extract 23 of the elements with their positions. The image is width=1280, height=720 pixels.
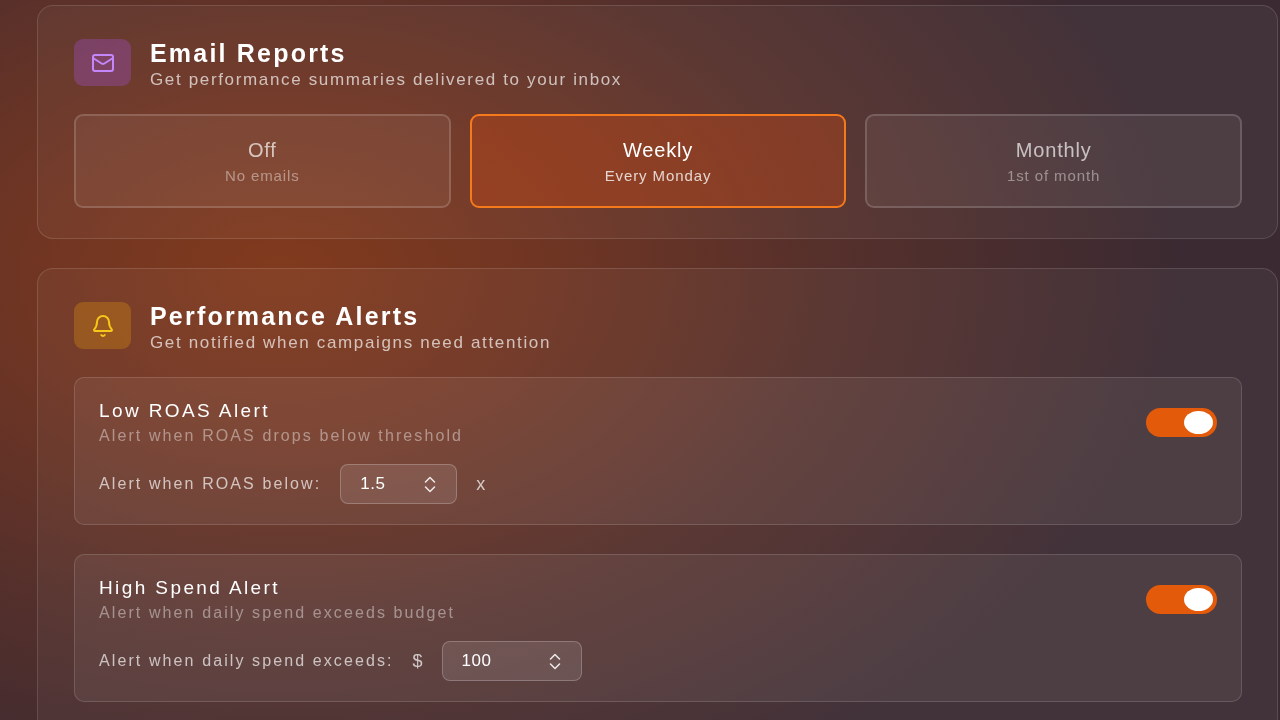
section-subtitle: Get performance summaries delivered to your inbox [150, 69, 623, 91]
frequency-option[interactable]: Off No emails [74, 114, 451, 208]
currency-symbol: $ [412, 650, 423, 672]
number-field[interactable]: 100 [441, 641, 582, 681]
alert-title: Low ROAS Alert [99, 399, 271, 422]
frequency-option[interactable]: Monthly 1st of month [865, 114, 1242, 208]
unit-label: x [476, 473, 486, 495]
frequency-option[interactable]: Weekly Every Monday [469, 114, 847, 208]
section-title: Performance Alerts [150, 302, 421, 330]
number-field[interactable]: 1.5 [340, 464, 458, 504]
section-subtitle: Get notified when campaigns need attention [150, 332, 552, 354]
stepper-icon[interactable] [424, 475, 437, 493]
threshold-label: Alert when ROAS below: [99, 475, 322, 493]
alert-description: Alert when daily spend exceeds budget [99, 603, 456, 623]
bell-icon [74, 302, 131, 349]
stepper-icon[interactable] [548, 652, 561, 670]
alert-description: Alert when ROAS drops below threshold [99, 426, 464, 446]
toggle-switch[interactable] [1146, 585, 1217, 614]
section-title: Email Reports [150, 39, 348, 67]
toggle-switch[interactable] [1146, 408, 1217, 437]
alert-title: High Spend Alert [99, 576, 281, 599]
mail-icon [74, 39, 131, 86]
threshold-label: Alert when daily spend exceeds: [99, 652, 394, 670]
